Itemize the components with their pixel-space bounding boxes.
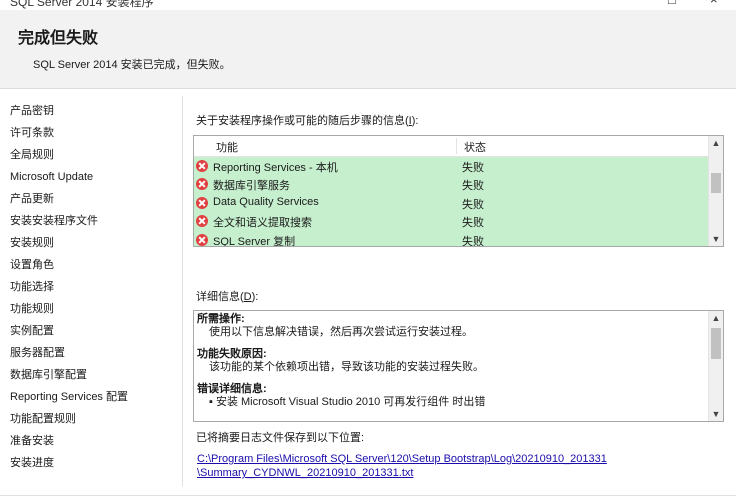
feature-name: SQL Server 复制: [213, 235, 296, 246]
scroll-down-icon[interactable]: ▼: [709, 407, 723, 421]
error-icon: [196, 178, 208, 191]
table-header: 功能 状态: [194, 136, 708, 157]
log-file-link[interactable]: C:\Program Files\Microsoft SQL Server\12…: [197, 452, 607, 480]
feature-status: 失败: [462, 217, 484, 230]
nav-item-instance-config[interactable]: 实例配置: [0, 320, 180, 342]
scroll-thumb[interactable]: [711, 328, 721, 359]
details-label: 详细信息(D):: [196, 291, 259, 303]
nav-item-feature-rules[interactable]: 功能规则: [0, 298, 180, 320]
nav-item-feature-config-rules[interactable]: 功能配置规则: [0, 408, 180, 430]
details-text: 使用以下信息解决错误，然后再次尝试运行安装过程。: [209, 326, 473, 338]
column-header-status[interactable]: 状态: [464, 139, 486, 155]
feature-status: 失败: [462, 180, 484, 193]
table-row[interactable]: 数据库引擎服务 失败: [194, 175, 708, 194]
log-label: 已将摘要日志文件保存到以下位置:: [196, 432, 365, 444]
info-label: 关于安装程序操作或可能的随后步骤的信息(I):: [196, 115, 419, 127]
log-path-line-1: C:\Program Files\Microsoft SQL Server\12…: [197, 453, 607, 465]
nav-item-setup-role[interactable]: 设置角色: [0, 254, 180, 276]
nav-item-microsoft-update[interactable]: Microsoft Update: [0, 166, 180, 188]
nav-item-ready-to-install[interactable]: 准备安装: [0, 430, 180, 452]
feature-status: 失败: [462, 198, 484, 211]
feature-name: Reporting Services - 本机: [213, 162, 338, 174]
nav-item-reporting-services-config[interactable]: Reporting Services 配置: [0, 386, 180, 408]
step-navigation: 产品密钥 许可条款 全局规则 Microsoft Update 产品更新 安装安…: [0, 100, 180, 474]
error-icon: [196, 196, 208, 209]
table-row[interactable]: 全文和语义提取搜索 失败: [194, 212, 708, 231]
details-heading: 所需操作:: [197, 313, 245, 325]
window-title: SQL Server 2014 安装程序: [10, 0, 154, 9]
log-path-line-2: \Summary_CYDNWL_20210910_201331.txt: [197, 467, 414, 479]
page-subtitle: SQL Server 2014 安装已完成，但失败。: [33, 59, 231, 71]
column-header-feature[interactable]: 功能: [216, 139, 238, 155]
error-icon: [196, 160, 208, 172]
feature-name: Data Quality Services: [213, 195, 319, 208]
table-body: Reporting Services - 本机 失败 数据库引擎服务 失败 Da…: [194, 157, 708, 246]
scroll-up-icon[interactable]: ▲: [709, 136, 723, 150]
details-text: 该功能的某个依赖项出错，导致该功能的安装过程失败。: [209, 361, 484, 373]
error-icon: [196, 233, 208, 246]
nav-item-feature-selection[interactable]: 功能选择: [0, 276, 180, 298]
nav-item-global-rules[interactable]: 全局规则: [0, 144, 180, 166]
feature-name: 全文和语义提取搜索: [213, 217, 312, 230]
nav-divider: [182, 96, 183, 486]
page-header: 完成但失败 SQL Server 2014 安装已完成，但失败。: [0, 10, 736, 89]
close-button[interactable]: ×: [710, 0, 718, 7]
nav-item-product-key[interactable]: 产品密钥: [0, 100, 180, 122]
nav-item-db-engine-config[interactable]: 数据库引擎配置: [0, 364, 180, 386]
scroll-down-icon[interactable]: ▼: [709, 232, 723, 246]
feature-status-table[interactable]: 功能 状态 Reporting Services - 本机 失败 数据库引擎服务…: [193, 135, 724, 247]
title-bar: SQL Server 2014 安装程序 □ ×: [0, 0, 736, 10]
nav-item-installation-progress[interactable]: 安装进度: [0, 452, 180, 474]
nav-item-license-terms[interactable]: 许可条款: [0, 122, 180, 144]
feature-status: 失败: [462, 162, 484, 174]
scroll-thumb[interactable]: [711, 173, 721, 193]
page-title: 完成但失败: [18, 30, 99, 47]
scroll-up-icon[interactable]: ▲: [709, 311, 723, 325]
maximize-button[interactable]: □: [668, 0, 676, 7]
details-scrollbar[interactable]: ▲ ▼: [708, 311, 723, 421]
nav-item-product-updates[interactable]: 产品更新: [0, 188, 180, 210]
details-box[interactable]: 所需操作: 使用以下信息解决错误，然后再次尝试运行安装过程。 功能失败原因: 该…: [193, 310, 724, 422]
feature-name: 数据库引擎服务: [213, 180, 290, 193]
feature-status: 失败: [462, 235, 484, 246]
details-heading: 功能失败原因:: [197, 348, 267, 360]
nav-item-server-config[interactable]: 服务器配置: [0, 342, 180, 364]
table-scrollbar[interactable]: ▲ ▼: [708, 136, 723, 246]
nav-item-install-setup-files[interactable]: 安装安装程序文件: [0, 210, 180, 232]
table-row[interactable]: Reporting Services - 本机 失败: [194, 157, 708, 176]
table-row[interactable]: SQL Server 复制 失败: [194, 230, 708, 246]
table-row[interactable]: Data Quality Services 失败: [194, 193, 708, 213]
footer-divider: [0, 495, 736, 496]
details-text: ▪ 安装 Microsoft Visual Studio 2010 可再发行组件…: [209, 396, 486, 408]
details-content: 所需操作: 使用以下信息解决错误，然后再次尝试运行安装过程。 功能失败原因: 该…: [197, 313, 705, 409]
nav-item-install-rules[interactable]: 安装规则: [0, 232, 180, 254]
error-icon: [196, 215, 208, 228]
details-heading: 错误详细信息:: [197, 383, 267, 395]
